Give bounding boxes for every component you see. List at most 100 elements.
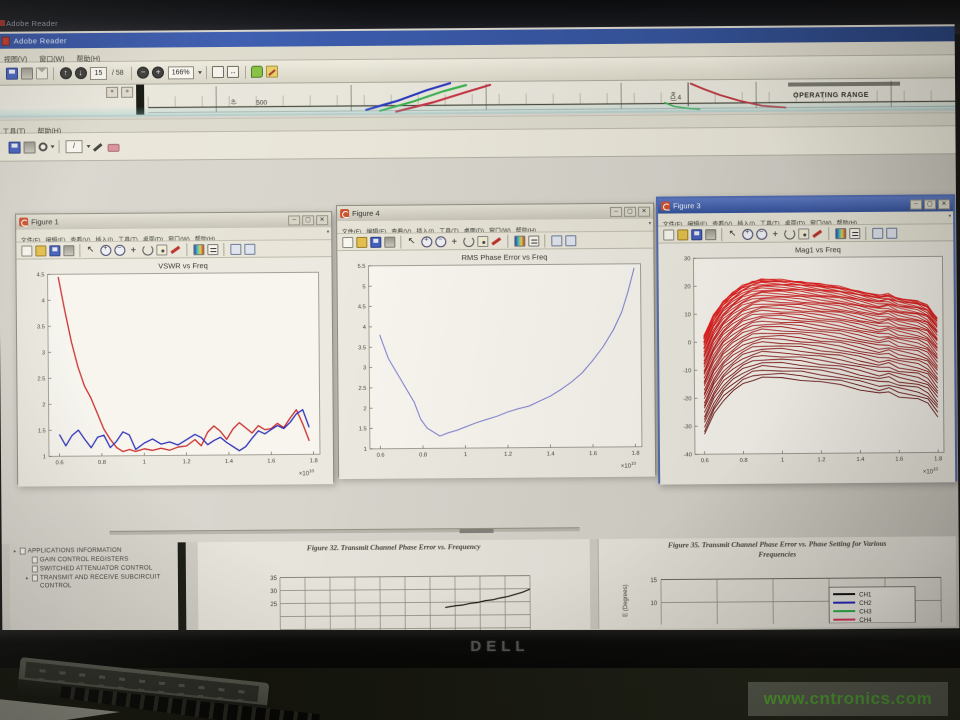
prev-page-button[interactable]: « <box>106 87 118 98</box>
dcur-icon[interactable] <box>798 228 809 239</box>
maximize-button[interactable]: ▢ <box>302 215 314 225</box>
scrollbar-thumb[interactable] <box>460 529 494 533</box>
page-number-input[interactable]: 15 <box>90 66 107 79</box>
mopen-icon[interactable] <box>35 245 46 256</box>
bookmark-applications-information[interactable]: ▸APPLICATIONS INFORMATION <box>10 546 178 555</box>
dock2-icon[interactable] <box>565 235 576 246</box>
zoom-tool-icon[interactable] <box>38 142 47 151</box>
close-button[interactable]: ✕ <box>638 206 650 216</box>
print-icon[interactable] <box>23 141 35 153</box>
msave-icon[interactable] <box>691 229 702 240</box>
menu-tools[interactable]: 工具(T) <box>118 235 138 243</box>
mnew-icon[interactable] <box>663 229 674 240</box>
dock1-icon[interactable] <box>551 235 562 246</box>
minimize-button[interactable]: – <box>610 206 622 216</box>
minimize-button[interactable]: – <box>910 199 922 209</box>
menu-insert[interactable]: 插入(I) <box>737 219 755 227</box>
pan-icon[interactable] <box>128 244 139 255</box>
cursor-icon[interactable] <box>728 228 739 239</box>
menu-view[interactable]: 查看(V) <box>712 219 732 227</box>
mlegend-icon[interactable] <box>528 235 539 246</box>
eraser-icon[interactable] <box>107 144 119 152</box>
menu-edit[interactable]: 编辑(E) <box>366 227 386 234</box>
mprint-icon[interactable] <box>384 236 395 247</box>
menu-desktop[interactable]: 桌面(D) <box>143 234 163 242</box>
bookmark-transmit-receive-subcircuit-control[interactable]: ▸TRANSMIT AND RECEIVE SUBCIRCUIT CONTROL <box>10 574 178 591</box>
close-button[interactable]: ✕ <box>938 199 950 209</box>
mnew-icon[interactable] <box>342 236 353 247</box>
mprint-icon[interactable] <box>705 229 716 240</box>
maximize-button[interactable]: ▢ <box>924 199 936 209</box>
bookmark-gain-control-registers[interactable]: GAIN CONTROL REGISTERS <box>10 555 178 564</box>
menu-edit[interactable]: 编辑(E) <box>45 235 65 242</box>
rot-icon[interactable] <box>784 228 795 239</box>
menu-desktop[interactable]: 桌面(D) <box>464 226 484 234</box>
dock1-icon[interactable] <box>230 243 241 254</box>
cbar-icon[interactable] <box>193 244 204 255</box>
menu-file[interactable]: 文件(F) <box>342 227 362 234</box>
fit-width-icon[interactable] <box>227 66 239 78</box>
menu-view[interactable]: 查看(V) <box>70 235 90 243</box>
zoom-level-input[interactable]: 166% <box>168 66 194 79</box>
menu-file[interactable]: 文件(F) <box>21 235 41 242</box>
bookmark-switched-attenuator-control[interactable]: SWITCHED ATTENUATOR CONTROL <box>10 565 178 574</box>
brush-icon[interactable] <box>170 244 181 255</box>
menu-view[interactable]: 查看(V) <box>391 227 411 235</box>
pan-icon[interactable] <box>770 228 781 239</box>
zin-icon[interactable] <box>421 236 432 247</box>
menu-edit[interactable]: 编辑(E) <box>687 219 707 226</box>
dcur-icon[interactable] <box>156 244 167 255</box>
close-button[interactable]: ✕ <box>316 215 328 225</box>
mprint-icon[interactable] <box>63 245 74 256</box>
dock2-icon[interactable] <box>244 243 255 254</box>
zin-icon[interactable] <box>742 228 753 239</box>
rot-icon[interactable] <box>463 236 474 247</box>
cursor-icon[interactable] <box>407 236 418 247</box>
highlight-icon[interactable] <box>266 66 278 78</box>
zout-icon[interactable] <box>756 228 767 239</box>
dropdown-caret-icon[interactable] <box>87 145 91 148</box>
menu-insert[interactable]: 插入(I) <box>416 226 434 234</box>
single-page-icon[interactable] <box>212 66 224 78</box>
pen-icon[interactable] <box>92 140 104 152</box>
comment-icon[interactable] <box>251 66 263 78</box>
zoom-in-icon[interactable] <box>152 66 164 78</box>
menu-tools[interactable]: 工具(T) <box>760 219 780 227</box>
save-icon[interactable] <box>8 141 20 153</box>
page-down-icon[interactable] <box>74 67 86 79</box>
menu-desktop[interactable]: 桌面(D) <box>785 218 805 226</box>
pan-icon[interactable] <box>449 236 460 247</box>
page-up-icon[interactable] <box>59 67 71 79</box>
dock2-icon[interactable] <box>886 227 897 238</box>
msave-icon[interactable] <box>49 245 60 256</box>
dcur-icon[interactable] <box>477 235 488 246</box>
menu-tools[interactable]: 工具(T) <box>439 226 459 234</box>
mlegend-icon[interactable] <box>207 244 218 255</box>
rot-icon[interactable] <box>142 244 153 255</box>
zoom-out-icon[interactable] <box>137 67 149 79</box>
minimize-button[interactable]: – <box>288 215 300 225</box>
save-icon[interactable] <box>5 68 17 80</box>
cursor-icon[interactable] <box>86 244 97 255</box>
next-page-button[interactable]: » <box>121 87 133 98</box>
zout-icon[interactable] <box>435 236 446 247</box>
mlegend-icon[interactable] <box>849 228 860 239</box>
dock1-icon[interactable] <box>872 227 883 238</box>
dropdown-caret-icon[interactable] <box>51 145 55 148</box>
line-tool[interactable]: / <box>65 140 82 153</box>
dropdown-caret-icon[interactable] <box>198 71 202 74</box>
brush-icon[interactable] <box>491 235 502 246</box>
mopen-icon[interactable] <box>356 236 367 247</box>
cbar-icon[interactable] <box>835 228 846 239</box>
mail-icon[interactable] <box>35 67 47 79</box>
zout-icon[interactable] <box>114 244 125 255</box>
menu-insert[interactable]: 插入(I) <box>95 235 113 243</box>
mopen-icon[interactable] <box>677 229 688 240</box>
cbar-icon[interactable] <box>514 236 525 247</box>
brush-icon[interactable] <box>812 228 823 239</box>
print-icon[interactable] <box>20 67 32 79</box>
mnew-icon[interactable] <box>21 245 32 256</box>
zin-icon[interactable] <box>100 244 111 255</box>
maximize-button[interactable]: ▢ <box>624 206 636 216</box>
msave-icon[interactable] <box>370 236 381 247</box>
